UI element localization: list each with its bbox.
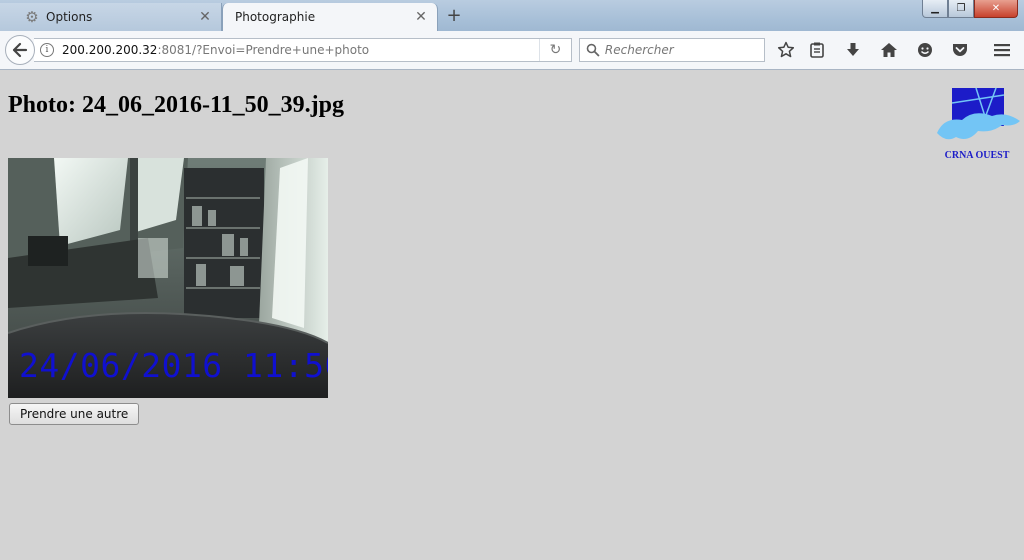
photo-timestamp: 24/06/2016 11:50	[19, 346, 328, 385]
back-button[interactable]	[5, 35, 35, 65]
reading-list-icon[interactable]	[807, 40, 827, 60]
maximize-button[interactable]: ❐	[948, 0, 974, 18]
tab-label: Photographie	[235, 10, 316, 24]
url-path: :8081/?Envoi=Prendre+une+photo	[157, 43, 370, 57]
title-bar: ⚙ Options ✕ Photographie ✕ + ▁ ❐ ✕	[0, 0, 1024, 31]
webcam-photo: 24/06/2016 11:50	[8, 158, 328, 398]
gear-icon: ⚙	[25, 8, 39, 26]
tab-photographie[interactable]: Photographie ✕	[222, 3, 438, 31]
page-title: Photo: 24_06_2016-11_50_39.jpg	[8, 92, 344, 118]
close-window-button[interactable]: ✕	[974, 0, 1018, 18]
new-tab-button[interactable]: +	[444, 6, 464, 26]
close-tab-icon[interactable]: ✕	[197, 9, 213, 25]
minimize-button[interactable]: ▁	[922, 0, 948, 18]
download-icon[interactable]	[843, 40, 863, 60]
navigation-toolbar: i 200.200.200.32:8081/?Envoi=Prendre+une…	[0, 31, 1024, 70]
back-arrow-icon	[12, 42, 28, 58]
search-input[interactable]	[604, 43, 764, 57]
reload-icon[interactable]: ↻	[539, 39, 571, 61]
info-icon[interactable]: i	[40, 43, 54, 57]
pocket-icon[interactable]	[950, 40, 970, 60]
retake-photo-button[interactable]: Prendre une autre	[9, 403, 140, 425]
tab-label: Options	[46, 10, 93, 24]
url-host: 200.200.200.32	[62, 43, 158, 57]
page-content: Photo: 24_06_2016-11_50_39.jpg CRNA OUES…	[0, 71, 1024, 560]
menu-icon[interactable]	[992, 40, 1012, 60]
search-bar[interactable]	[579, 38, 765, 62]
search-icon	[586, 43, 600, 57]
logo-text: CRNA OUEST	[944, 150, 1010, 161]
bookmark-star-icon[interactable]	[776, 40, 796, 60]
home-icon[interactable]	[879, 40, 899, 60]
url-text: 200.200.200.32:8081/?Envoi=Prendre+une+p…	[62, 43, 369, 57]
url-bar[interactable]: i 200.200.200.32:8081/?Envoi=Prendre+une…	[34, 38, 572, 62]
close-tab-icon[interactable]: ✕	[413, 9, 429, 25]
hello-chat-icon[interactable]	[915, 40, 935, 60]
window-controls: ▁ ❐ ✕	[922, 0, 1018, 18]
tab-options[interactable]: ⚙ Options ✕	[0, 3, 222, 31]
crna-ouest-logo: CRNA OUEST	[934, 87, 1020, 161]
